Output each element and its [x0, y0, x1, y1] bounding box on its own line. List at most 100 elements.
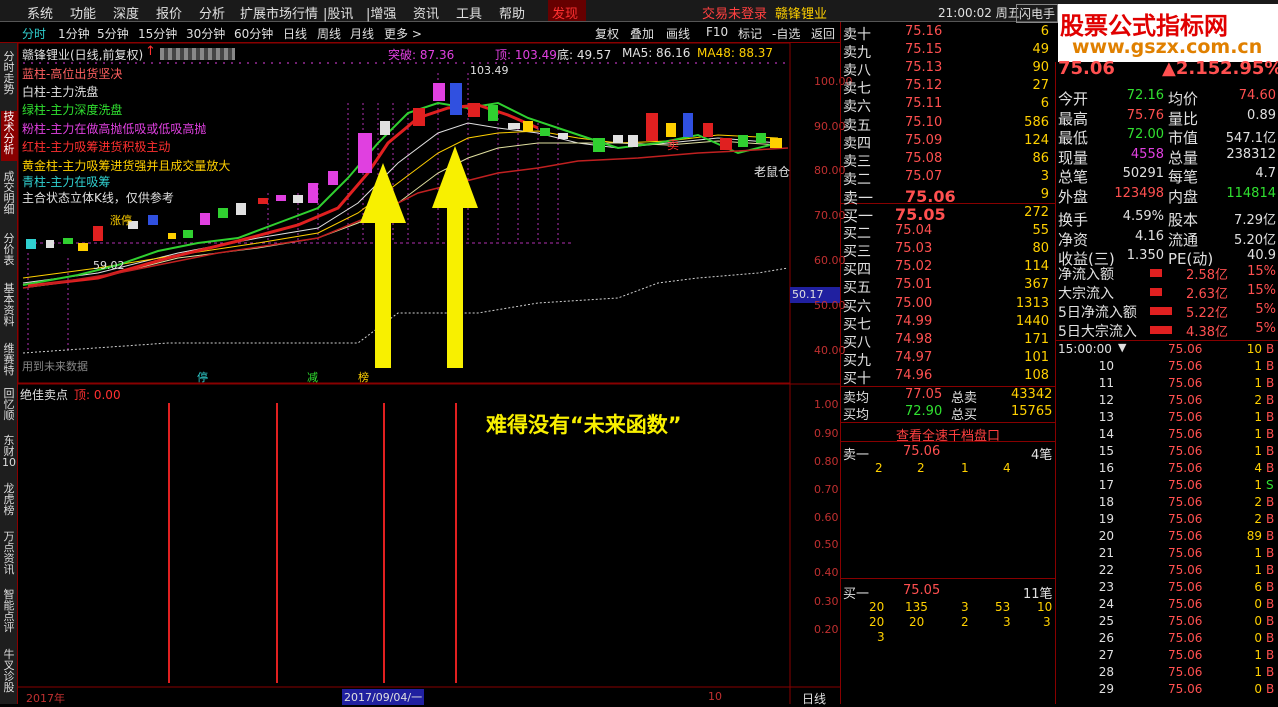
menu-function[interactable]: 功能 [70, 3, 96, 22]
level-price: 75.03 [895, 241, 933, 257]
buy-book-row[interactable]: 买六 75.00 1313 [843, 295, 1053, 315]
level-volume: 80 [1032, 241, 1049, 257]
period-30min[interactable]: 30分钟 [186, 25, 225, 42]
stat-value: 72.00 [1126, 127, 1164, 142]
tick-side: B [1266, 393, 1275, 407]
buy-book-row[interactable]: 买七 74.99 1440 [843, 314, 1053, 333]
flash-trade-button[interactable]: 闪电手 [1016, 4, 1059, 23]
sell-book-row[interactable]: 卖七 75.12 27 [843, 78, 1053, 97]
level-label: 卖二 [843, 171, 871, 188]
tab-diagnose[interactable]: 牛叉诊股 [1, 649, 17, 704]
sell-book-row[interactable]: 卖五 75.10 586 [843, 115, 1053, 134]
level-price: 75.08 [905, 150, 943, 166]
tick-volume: 2 [1254, 495, 1262, 509]
sell-book-row[interactable]: 卖九 75.15 49 [843, 42, 1053, 61]
sell-total-value: 43342 [1011, 387, 1053, 402]
queue-buy1-orders: 3 [843, 630, 1053, 647]
period-more[interactable]: 更多 > [384, 25, 422, 42]
menu-enhance[interactable]: |增强 [366, 3, 396, 22]
level-price: 75.09 [905, 132, 943, 148]
flow-bar [1150, 269, 1162, 277]
tab-intraday[interactable]: 分时走势 [1, 51, 17, 101]
menu-stock-news[interactable]: |股讯 [323, 3, 353, 22]
buy-book-row[interactable]: 买一 75.05 272 [843, 205, 1053, 225]
menu-depth[interactable]: 深度 [113, 3, 139, 22]
menu-system[interactable]: 系统 [27, 3, 53, 22]
flow-label: 5日净流入额 [1058, 305, 1137, 321]
menu-tools[interactable]: 工具 [456, 3, 482, 22]
period-daily[interactable]: 日线 [283, 25, 307, 42]
level-volume: 1313 [1015, 295, 1049, 311]
level-volume: 272 [1024, 205, 1049, 220]
period-indicator[interactable]: 日线 [802, 690, 826, 707]
buy-book-row[interactable]: 买五 75.01 367 [843, 277, 1053, 296]
level-label: 卖十 [843, 27, 871, 43]
menu-quote[interactable]: 报价 [156, 3, 182, 22]
buy-book-row[interactable]: 买八 74.98 171 [843, 332, 1053, 351]
tab-ai-comment[interactable]: 智能点评 [1, 589, 17, 639]
f10-button[interactable]: F10 [706, 25, 728, 39]
change-value: ▲2.15 [1162, 58, 1220, 79]
tab-trades[interactable]: 成交明细 [1, 171, 17, 221]
tab-recall[interactable]: 回忆顺 [1, 388, 17, 428]
period-60min[interactable]: 60分钟 [234, 25, 273, 42]
full-depth-button[interactable]: 查看全速千档盘口 [841, 422, 1055, 444]
flow-bar [1150, 307, 1172, 315]
sell-book-row[interactable]: 卖四 75.09 124 [843, 132, 1053, 152]
buy-book-row[interactable]: 买九 74.97 101 [843, 350, 1053, 369]
level-volume: 367 [1024, 277, 1049, 293]
tab-eastmoney[interactable]: 东财10 [1, 435, 17, 475]
period-5min[interactable]: 5分钟 [97, 25, 129, 42]
blurred-code [160, 48, 235, 60]
mark-button[interactable]: 标记 [738, 25, 762, 42]
tab-dragon-tiger[interactable]: 龙虎榜 [1, 483, 17, 523]
sell-book-row[interactable]: 卖八 75.13 90 [843, 60, 1053, 79]
tab-price-dist[interactable]: 分价表 [1, 233, 17, 273]
menu-info[interactable]: 资讯 [413, 3, 439, 22]
tick-price: 75.06 [1168, 359, 1203, 373]
buy-book-row[interactable]: 买三 75.03 80 [843, 241, 1053, 261]
sell-book-row[interactable]: 卖十 75.16 6 [843, 24, 1053, 43]
tab-basic-info[interactable]: 基本资料 [1, 283, 17, 333]
draw-line-button[interactable]: 画线 [666, 25, 690, 42]
sell-book-row[interactable]: 卖六 75.11 6 [843, 96, 1053, 115]
tick-price: 75.06 [1168, 427, 1203, 441]
sell-book-row[interactable]: 卖三 75.08 86 [843, 150, 1053, 170]
level-label: 买三 [843, 244, 871, 261]
overlay-button[interactable]: 叠加 [630, 25, 654, 42]
period-1min[interactable]: 1分钟 [58, 25, 90, 42]
level-volume: 55 [1032, 223, 1049, 239]
level-label: 卖五 [843, 117, 871, 134]
trade-status[interactable]: 交易未登录 [702, 3, 767, 22]
menu-discover[interactable]: 发现 [548, 0, 586, 22]
menu-help[interactable]: 帮助 [499, 3, 525, 22]
add-watchlist-button[interactable]: -自选 [772, 25, 800, 42]
tab-vst[interactable]: 维赛特 [1, 343, 17, 383]
level-price: 75.01 [895, 277, 933, 293]
divider [840, 22, 841, 704]
level-price: 75.11 [905, 96, 943, 112]
order: 10 [1037, 600, 1053, 614]
tick-volume: 1 [1254, 563, 1262, 577]
buy-book-row[interactable]: 买二 75.04 55 [843, 223, 1053, 242]
menu-extended-market[interactable]: 扩展市场行情 [240, 3, 318, 22]
back-button[interactable]: 返回 [811, 25, 835, 42]
sell-book-row[interactable]: 卖二 75.07 3 [843, 169, 1053, 188]
tag-reduce: 减 [307, 371, 318, 384]
sell-book-row[interactable]: 卖一 75.06 9 [843, 187, 1053, 207]
period-monthly[interactable]: 月线 [350, 25, 374, 42]
tick-side: B [1266, 342, 1275, 356]
restore-right-button[interactable]: 复权 [595, 25, 619, 42]
tab-technical[interactable]: 技术分析 [1, 111, 17, 161]
buy-book-row[interactable]: 买十 74.96 108 [843, 368, 1053, 387]
menu-analysis[interactable]: 分析 [199, 3, 225, 22]
period-15min[interactable]: 15分钟 [138, 25, 177, 42]
order: 3 [1003, 615, 1011, 629]
buy-book-row[interactable]: 买四 75.02 114 [843, 259, 1053, 278]
period-intraday[interactable]: 分时 [22, 25, 46, 42]
period-weekly[interactable]: 周线 [317, 25, 341, 42]
tab-news[interactable]: 万点资讯 [1, 531, 17, 581]
level-volume: 6 [1040, 24, 1049, 39]
tick-volume: 1 [1254, 648, 1262, 662]
queue-sell1-orders: 2 2 1 4 [843, 461, 1053, 478]
